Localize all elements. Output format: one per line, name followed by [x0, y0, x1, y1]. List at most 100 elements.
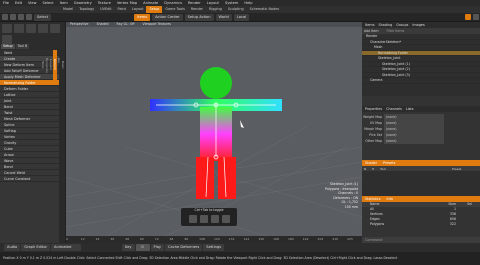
world-button[interactable]: World — [215, 13, 232, 21]
tab-paint[interactable]: Paint — [115, 6, 129, 13]
tab-layout[interactable]: Layout — [129, 6, 147, 13]
tick: 108 — [199, 237, 205, 241]
tab-images[interactable]: Images — [412, 22, 424, 28]
tick: 24 — [95, 237, 100, 241]
info-selection: Skeleton_Joint (1) — [330, 182, 358, 186]
left-toolbox: Setup Tool B Weld Create New Deform Item… — [0, 22, 66, 252]
cache-deformers-button[interactable]: Cache Deformers — [165, 244, 203, 251]
tree-item-camera[interactable]: Camera — [362, 78, 480, 84]
character-head[interactable] — [200, 67, 232, 99]
toolbox-icons: Setup Tool B — [0, 22, 65, 50]
tab-tool-b[interactable]: Tool B — [15, 44, 30, 49]
vtab-tools[interactable]: Tools — [41, 50, 45, 80]
edge-mode-icon[interactable] — [10, 14, 16, 20]
hint-edge-icon[interactable] — [199, 215, 208, 223]
tab-shader[interactable]: Shader — [365, 160, 383, 166]
character-right-leg[interactable] — [218, 157, 236, 199]
outliner-tree: Render CharacterSkeleton* Mesh Normalizi… — [362, 34, 480, 96]
animated-dropdown[interactable]: Animated — [51, 244, 82, 251]
vtab-deform[interactable]: Deform — [53, 50, 57, 80]
hint-poly-icon[interactable] — [210, 215, 219, 223]
panel-gap — [362, 96, 480, 106]
shader-list — [362, 171, 480, 196]
layout-tab-bar: Model Topology UVEdit Paint Layout Setup… — [0, 6, 480, 13]
stats-row[interactable]: Polygons 322 — [362, 222, 480, 227]
tab-channels[interactable]: Channels — [386, 106, 406, 112]
prop-row-other: Other Map (none) — [362, 138, 480, 144]
main-toolbar: Select Items Action Center Setup Action … — [0, 13, 480, 22]
vtab-basic[interactable]: Basic — [61, 50, 65, 80]
tab-game-tools[interactable]: Game Tools — [162, 6, 188, 13]
prop-value[interactable]: (none) — [384, 138, 444, 144]
3d-viewport[interactable]: Perspective Shaded Ray GL: Off Viewport … — [66, 22, 362, 236]
add-item-button[interactable]: Add Item — [364, 29, 378, 33]
tick: 48 — [125, 237, 130, 241]
settings-button[interactable]: Settings — [203, 244, 225, 251]
audio-button[interactable]: Audio — [4, 244, 21, 251]
key-button[interactable]: Key — [122, 244, 135, 251]
tab-lists[interactable]: Lists — [406, 106, 414, 112]
move-tool-icon[interactable] — [2, 24, 12, 33]
rotate-tool-icon[interactable] — [14, 24, 24, 33]
character-left-leg[interactable] — [196, 157, 214, 199]
workplane-icon[interactable] — [473, 14, 479, 20]
action-center-button[interactable]: Action Center — [152, 13, 183, 21]
tick: 12 — [80, 237, 85, 241]
item-mode-icon[interactable] — [26, 14, 32, 20]
tab-setup-tools[interactable]: Setup — [1, 44, 15, 49]
tick: 72 — [154, 237, 159, 241]
tick: 132 — [228, 237, 235, 241]
mouse-cursor — [240, 120, 244, 128]
setup-action-button[interactable]: Setup Action — [184, 13, 214, 21]
local-button[interactable]: Local — [233, 13, 250, 21]
col-preset: Preset — [451, 166, 462, 171]
tab-properties[interactable]: Properties — [365, 106, 386, 112]
status-bar: Position X 0 m Y 0.1 m Z 0.024 m Left Do… — [0, 252, 480, 265]
tab-shading[interactable]: Shading — [379, 22, 397, 28]
items-button[interactable]: Items — [134, 13, 151, 21]
play-button[interactable]: Play — [150, 244, 165, 251]
transform-tool-icon[interactable] — [38, 24, 48, 33]
vtab-locator[interactable]: Locator — [49, 50, 53, 80]
tab-presets[interactable]: Presets — [383, 160, 395, 166]
frame-field[interactable]: 0 — [135, 244, 150, 251]
tick: 192 — [302, 237, 309, 241]
tab-uvedit[interactable]: UVEdit — [97, 6, 114, 13]
tab-sculpting[interactable]: Sculpting — [225, 6, 247, 13]
tick: 36 — [110, 237, 115, 241]
tab-rigging[interactable]: Rigging — [206, 6, 225, 13]
vertex-mode-icon[interactable] — [2, 14, 8, 20]
skeleton-joints[interactable] — [156, 102, 276, 198]
tick: 0 — [66, 237, 68, 241]
element-move-icon[interactable] — [50, 24, 60, 33]
tick: 216 — [332, 237, 339, 241]
viewport-info: Skeleton_Joint (1) Polygons : Interpolat… — [325, 182, 358, 209]
tick: 120 — [213, 237, 220, 241]
tab-setup[interactable]: Setup — [146, 6, 163, 13]
polygon-mode-icon[interactable] — [18, 14, 24, 20]
tab-topology[interactable]: Topology — [76, 6, 97, 13]
col-n: N — [364, 166, 367, 171]
vtab-dynamics[interactable]: Dynamics — [45, 50, 49, 80]
tab-groups[interactable]: Groups — [396, 22, 412, 28]
snap-icon[interactable] — [465, 14, 471, 20]
tab-model[interactable]: Model — [60, 6, 76, 13]
stats-name: Polygons — [370, 222, 385, 226]
filter-items-field[interactable]: Filter Items — [386, 29, 404, 33]
timeline-ruler[interactable]: 0 12 24 36 48 60 72 84 96 108 120 132 14… — [66, 236, 362, 243]
stats-col-sel: Sel — [467, 202, 472, 206]
tick: 180 — [287, 237, 294, 241]
tab-schematic-nodes[interactable]: Schematic Nodes — [247, 6, 282, 13]
tick: 168 — [273, 237, 279, 241]
hint-text: Ctrl+Tab to toggle — [194, 208, 224, 212]
stats-count: 322 — [449, 222, 456, 226]
scale-tool-icon[interactable] — [26, 24, 36, 33]
select-button[interactable]: Select — [34, 13, 52, 21]
joint-tool-icon[interactable] — [2, 35, 12, 44]
hint-vertex-icon[interactable] — [221, 215, 230, 223]
tool-curve-constant[interactable]: Curve Constant — [0, 176, 59, 182]
graph-editor-button[interactable]: Graph Editor — [21, 244, 51, 251]
tab-render[interactable]: Render — [188, 6, 206, 13]
tab-items[interactable]: Items — [365, 22, 379, 28]
hint-item-icon[interactable] — [188, 215, 197, 223]
